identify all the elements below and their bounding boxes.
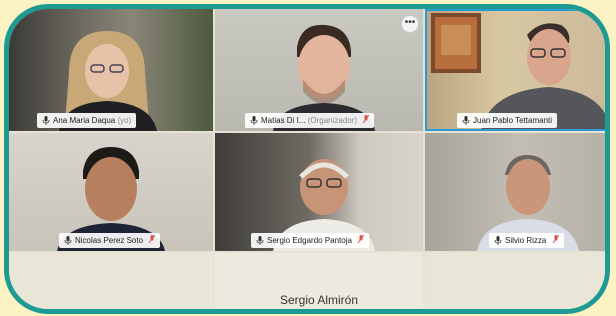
microphone-icon — [64, 236, 72, 245]
participant-name: Silvio Rizza — [505, 236, 547, 245]
participant-tile-sergio-edgardo[interactable]: Sergio Edgardo Pantoja — [215, 133, 423, 251]
microphone-icon — [462, 116, 470, 125]
mic-muted-icon — [552, 235, 559, 244]
empty-tile-right — [425, 253, 605, 309]
more-options-button[interactable]: ••• — [401, 15, 419, 33]
participant-tile-nicolas[interactable]: Nicolas Perez Soto — [9, 133, 213, 251]
microphone-icon — [494, 236, 502, 245]
participant-name-label: Juan Pablo Tettamanti — [457, 113, 558, 128]
participant-tile-ana[interactable]: Ana Maria Daqua (yo) — [9, 9, 213, 131]
participant-name: Ana Maria Daqua — [53, 116, 116, 125]
participant-tile-sergio-almiron[interactable]: Sergio Almirón — [215, 253, 423, 309]
participant-name-label: Silvio Rizza — [489, 233, 564, 248]
speaking-microphone-icon — [250, 116, 258, 125]
microphone-icon — [42, 116, 50, 125]
participant-name: Nicolas Perez Soto — [75, 236, 144, 245]
participant-suffix: (Organizador) — [307, 116, 358, 125]
participant-tile-silvio[interactable]: Silvio Rizza — [425, 133, 605, 251]
empty-tile-left — [9, 253, 213, 309]
mic-muted-icon — [358, 235, 365, 244]
participant-name-label: Nicolas Perez Soto — [59, 233, 161, 248]
video-call-frame: Ana Maria Daqua (yo) ••• Matias Di I... … — [4, 4, 610, 314]
participant-name-label: Matias Di I... (Organizador) — [245, 113, 375, 128]
participant-suffix: (yo) — [117, 116, 132, 125]
participant-name: Sergio Edgardo Pantoja — [267, 236, 352, 245]
participant-name: Sergio Almirón — [279, 293, 359, 307]
participant-name-label: Sergio Edgardo Pantoja — [251, 233, 370, 248]
mic-muted-icon — [149, 235, 156, 244]
participant-name: Juan Pablo Tettamanti — [473, 116, 553, 125]
microphone-icon — [256, 236, 264, 245]
participant-name-label: Ana Maria Daqua (yo) — [37, 113, 137, 128]
participant-tile-matias[interactable]: ••• Matias Di I... (Organizador) — [215, 9, 423, 131]
mic-muted-icon — [363, 115, 370, 124]
participant-name: Matias Di I... — [261, 116, 306, 125]
participant-tile-juan-pablo[interactable]: Juan Pablo Tettamanti — [425, 9, 605, 131]
